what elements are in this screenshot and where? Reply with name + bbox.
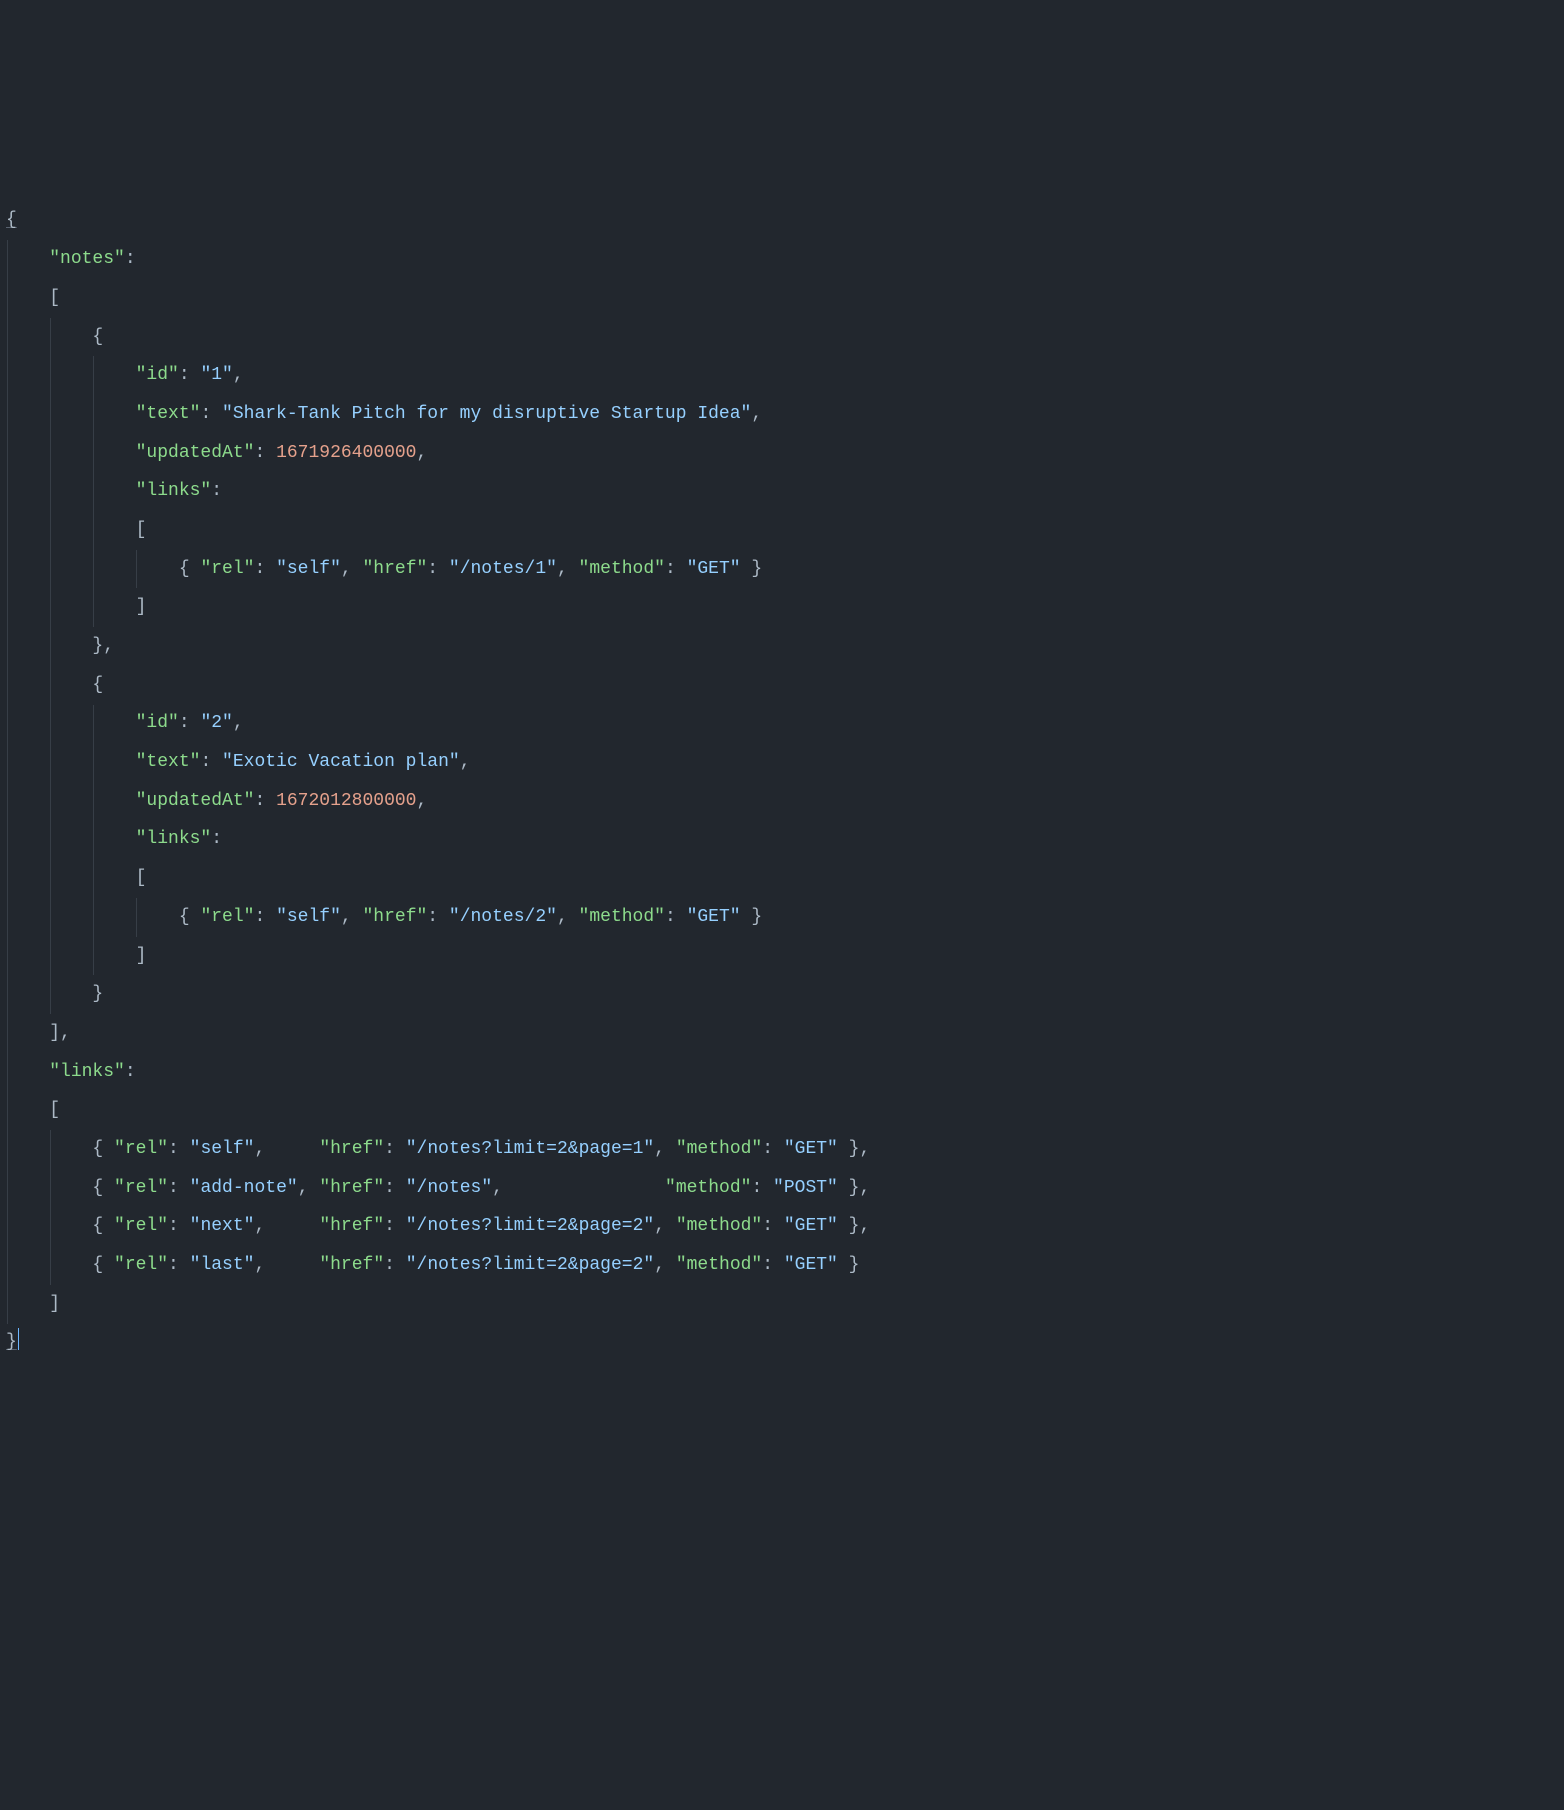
- note2-link-rel: "self": [276, 907, 341, 927]
- note1-link-rel: "self": [276, 559, 341, 579]
- note1-updatedAt: 1671926400000: [276, 443, 416, 463]
- toplink3-href: "/notes?limit=2&page=2": [406, 1255, 654, 1275]
- toplink0-href: "/notes?limit=2&page=1": [406, 1139, 654, 1159]
- toplink2-href: "/notes?limit=2&page=2": [406, 1216, 654, 1236]
- toplink1-href: "/notes": [406, 1178, 492, 1198]
- brace-open: {: [6, 210, 17, 230]
- text-cursor: [18, 1328, 19, 1350]
- key-links-top: "links": [49, 1062, 125, 1082]
- toplink1-method: "POST": [773, 1178, 838, 1198]
- note1-text: "Shark-Tank Pitch for my disruptive Star…: [222, 404, 751, 424]
- key-updatedAt: "updatedAt": [136, 443, 255, 463]
- toplink0-rel: "self": [190, 1139, 255, 1159]
- note2-text: "Exotic Vacation plan": [222, 752, 460, 772]
- note2-link-href: "/notes/2": [449, 907, 557, 927]
- key-id: "id": [136, 365, 179, 385]
- key-links: "links": [136, 481, 212, 501]
- brace-close: }: [6, 1332, 17, 1352]
- note2-updatedAt: 1672012800000: [276, 791, 416, 811]
- toplink3-method: "GET": [784, 1255, 838, 1275]
- key-text: "text": [136, 404, 201, 424]
- note2-link-method: "GET": [687, 907, 741, 927]
- toplink2-method: "GET": [784, 1216, 838, 1236]
- note1-link-href: "/notes/1": [449, 559, 557, 579]
- toplink0-method: "GET": [784, 1139, 838, 1159]
- key-notes: "notes": [49, 249, 125, 269]
- toplink3-rel: "last": [190, 1255, 255, 1275]
- toplink2-rel: "next": [190, 1216, 255, 1236]
- json-code-block: { "notes": [ { "id": "1", "text": "Shark…: [4, 163, 1556, 1401]
- note1-link-method: "GET": [687, 559, 741, 579]
- note1-id: "1": [200, 365, 232, 385]
- json-source: { "notes": [ { "id": "1", "text": "Shark…: [6, 201, 1556, 1362]
- toplink1-rel: "add-note": [190, 1178, 298, 1198]
- note2-id: "2": [200, 713, 232, 733]
